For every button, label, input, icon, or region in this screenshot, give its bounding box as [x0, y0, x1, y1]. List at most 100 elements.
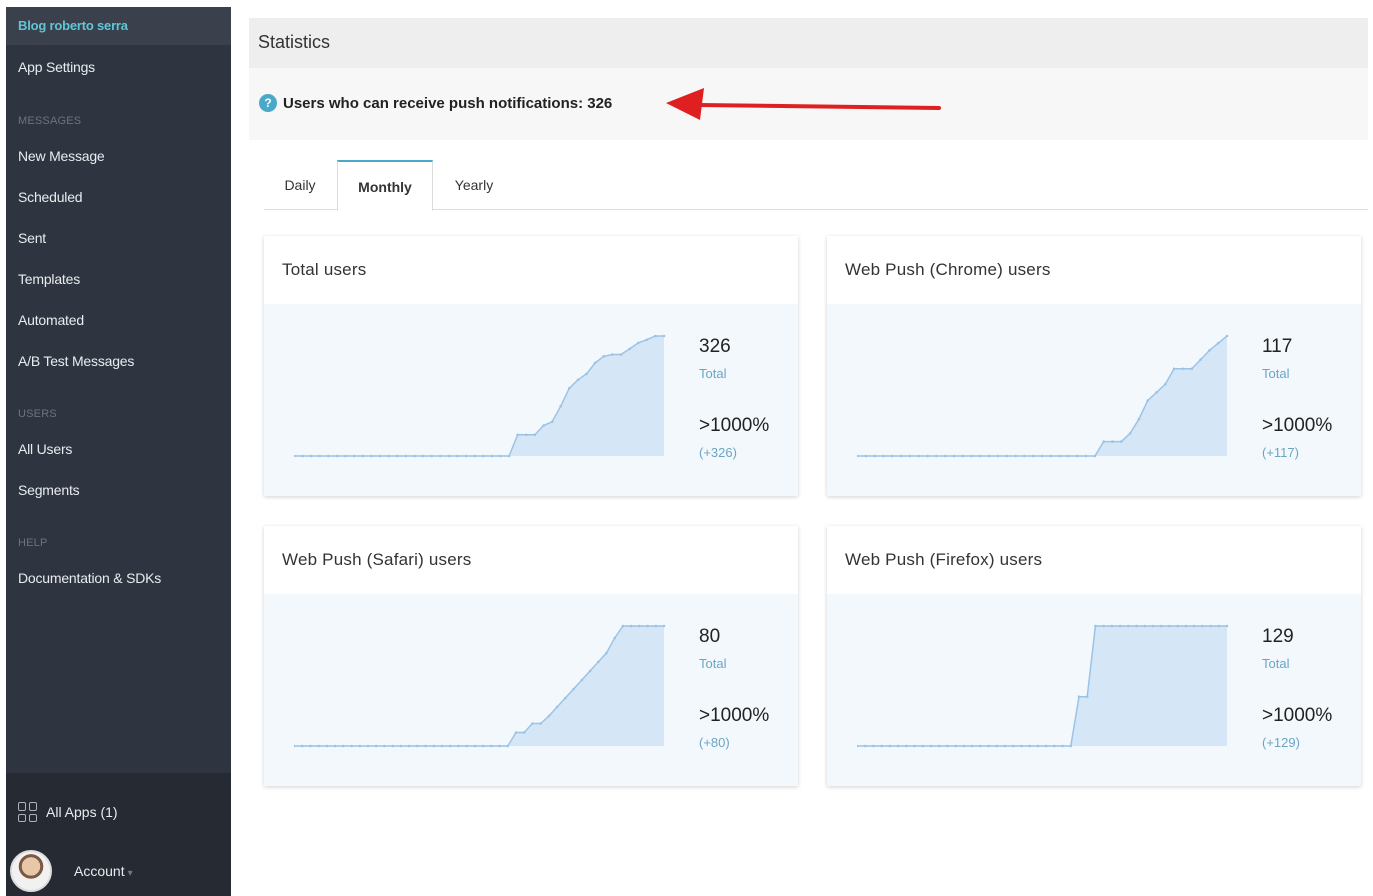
sidebar-item-all-users[interactable]: All Users: [6, 429, 231, 470]
chart-point: [662, 334, 666, 338]
chart-point: [539, 722, 542, 725]
chart-point: [333, 744, 337, 748]
page-title: Statistics: [258, 32, 331, 52]
tab-monthly[interactable]: Monthly: [337, 160, 433, 211]
chart-point: [1102, 440, 1105, 443]
chart-point: [937, 744, 941, 748]
growth-delta: (+80): [699, 735, 730, 750]
sidebar-item-new-message[interactable]: New Message: [6, 136, 231, 177]
chart-point: [1199, 358, 1202, 361]
chart-point: [882, 454, 885, 458]
chart-point: [1049, 454, 1053, 458]
chart-point: [1192, 624, 1196, 628]
chart-point: [378, 454, 382, 458]
chart-point: [864, 454, 868, 458]
chart-point: [1036, 744, 1040, 748]
chart-point: [1053, 744, 1056, 748]
chart-point: [890, 454, 894, 458]
chart-point: [1164, 382, 1167, 386]
chart-point: [621, 624, 625, 628]
chart-point: [440, 744, 444, 748]
chart-point: [473, 454, 476, 458]
account-menu[interactable]: Account ▾: [10, 848, 133, 894]
chart-point: [542, 424, 545, 427]
chart-point: [1028, 744, 1031, 748]
section-header-messages: MESSAGES: [18, 115, 82, 127]
chart-point: [430, 454, 433, 458]
chart-point: [1011, 744, 1015, 748]
chart-point: [294, 744, 296, 748]
period-tabs: Daily Monthly Yearly: [264, 160, 1368, 211]
chart-point: [325, 744, 329, 748]
sidebar-item-app-settings[interactable]: App Settings: [6, 45, 231, 89]
section-header-help: HELP: [18, 537, 48, 549]
chart-point: [294, 454, 296, 458]
chart-point: [309, 744, 312, 748]
chart-point: [1225, 334, 1229, 338]
card-body: 129 Total >1000% (+129): [827, 594, 1361, 786]
chart-point: [888, 744, 892, 748]
area-chart: [857, 334, 1229, 458]
chart-area: [294, 626, 664, 746]
growth-percent: >1000%: [1262, 705, 1333, 726]
tab-yearly[interactable]: Yearly: [434, 160, 514, 210]
sidebar-item-automated[interactable]: Automated: [6, 300, 231, 341]
card-body: 117 Total >1000% (+117): [827, 304, 1361, 496]
chart-point: [399, 744, 403, 748]
red-arrow-annotation-icon: [666, 88, 941, 120]
sidebar-item-segments[interactable]: Segments: [6, 470, 231, 511]
chart-point: [1102, 624, 1105, 628]
chart-point: [1190, 367, 1194, 371]
chart-point: [917, 454, 920, 458]
page-header: Statistics: [249, 18, 1368, 68]
chart-point: [926, 454, 929, 458]
chart-point: [301, 454, 304, 458]
chart-point: [628, 347, 631, 351]
sidebar-item-ab-test-messages[interactable]: A/B Test Messages: [6, 341, 231, 382]
chart-point: [374, 744, 378, 748]
chart-point: [872, 744, 875, 748]
chart-point: [1201, 624, 1204, 628]
chart-point: [361, 454, 365, 458]
total-label: Total: [1262, 656, 1290, 671]
chevron-down-icon: ▾: [127, 868, 133, 879]
chart-point: [961, 454, 964, 458]
area-chart: [294, 334, 666, 458]
chart-point: [662, 624, 666, 628]
chart-point: [1031, 454, 1035, 458]
growth-percent: >1000%: [1262, 415, 1333, 436]
all-apps-button[interactable]: All Apps (1): [18, 800, 118, 824]
push-users-text: Users who can receive push notifications…: [283, 94, 613, 112]
chart-point: [350, 744, 353, 748]
chart-point: [954, 744, 957, 748]
chart-point: [1110, 624, 1114, 628]
sidebar-item-templates[interactable]: Templates: [6, 259, 231, 300]
chart-point: [995, 744, 999, 748]
sidebar-item-scheduled[interactable]: Scheduled: [6, 177, 231, 218]
stat-card-chrome-users: Web Push (Chrome) users 117 Total >1000%…: [827, 236, 1361, 496]
sidebar-item-sent[interactable]: Sent: [6, 218, 231, 259]
question-circle-icon[interactable]: ?: [259, 94, 277, 112]
chart-point: [317, 744, 320, 748]
chart-point: [344, 454, 347, 458]
chart-point: [921, 744, 925, 748]
chart-point: [946, 744, 949, 748]
sidebar-item-documentation[interactable]: Documentation & SDKs: [6, 558, 231, 599]
chart-point: [1208, 349, 1211, 352]
chart-point: [596, 660, 600, 664]
app-brand-link[interactable]: Blog roberto serra: [6, 7, 231, 45]
tab-daily[interactable]: Daily: [264, 160, 336, 210]
push-users-info: ? Users who can receive push notificatio…: [259, 94, 612, 112]
chart-point: [970, 744, 974, 748]
chart-point: [572, 687, 575, 691]
chart-point: [857, 744, 859, 748]
growth-delta: (+326): [699, 445, 737, 460]
chart-point: [568, 386, 571, 390]
chart-point: [1127, 624, 1130, 628]
all-apps-label: All Apps (1): [46, 804, 118, 820]
chart-point: [929, 744, 933, 748]
chart-point: [593, 361, 597, 365]
chart-point: [857, 454, 859, 458]
chart-point: [1172, 367, 1176, 371]
chart-point: [432, 744, 436, 748]
